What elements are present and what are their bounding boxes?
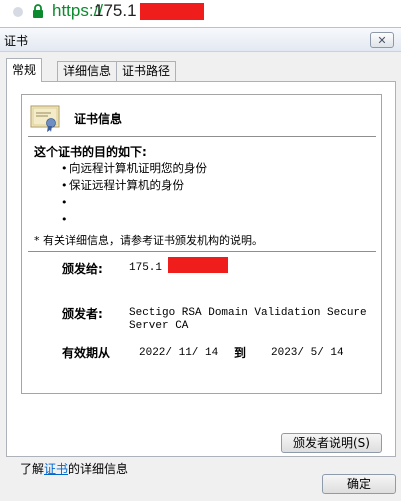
title-bar[interactable]: 证书 ✕ xyxy=(0,28,401,52)
issued-by-line2: Server CA xyxy=(129,320,189,332)
tab-cert-path[interactable]: 证书路径 xyxy=(116,61,177,81)
tab-details[interactable]: 详细信息 xyxy=(57,61,118,81)
ok-button[interactable]: 确定 xyxy=(322,474,396,494)
page-info-icon[interactable] xyxy=(13,7,23,17)
issuer-statement-button[interactable]: 颁发者说明(S) xyxy=(281,433,382,453)
list-item: 向远程计算机证明您的身份 xyxy=(61,160,207,177)
cert-info-heading: 证书信息 xyxy=(74,112,123,126)
issued-by-line1: Sectigo RSA Domain Validation Secure xyxy=(129,307,367,319)
button-label: 确定 xyxy=(346,477,371,491)
validity-label: 有效期从 xyxy=(62,346,111,360)
learn-suffix: 的详细信息 xyxy=(68,462,129,476)
redaction-mark xyxy=(140,3,204,20)
close-button[interactable]: ✕ xyxy=(370,32,394,48)
certificate-dialog: 证书 ✕ 常规 详细信息 证书路径 证书信息 这个证书的目的如下: 向远程计 xyxy=(0,27,401,501)
divider xyxy=(28,136,376,137)
learn-more-text: 了解证书的详细信息 xyxy=(20,460,128,477)
issued-to-label: 颁发给: xyxy=(62,262,103,276)
close-icon: ✕ xyxy=(377,33,387,47)
purpose-title: 这个证书的目的如下: xyxy=(34,145,147,159)
tab-general[interactable]: 常规 xyxy=(6,58,43,82)
learn-prefix: 了解 xyxy=(20,462,45,476)
learn-more-link[interactable]: 证书 xyxy=(44,462,68,476)
certificate-info-box: 证书信息 这个证书的目的如下: 向远程计算机证明您的身份 保证远程计算机的身份 … xyxy=(21,94,382,394)
issued-to-value: 175.1 xyxy=(129,262,163,274)
list-item: 保证远程计算机的身份 xyxy=(61,177,207,194)
info-note: * 有关详细信息，请参考证书颁发机构的说明。 xyxy=(34,234,263,247)
to-label: 到 xyxy=(234,346,247,360)
tab-label: 详细信息 xyxy=(63,64,112,78)
certificate-icon xyxy=(30,105,60,132)
list-item xyxy=(61,194,207,211)
valid-to: 2023/ 5/ 14 xyxy=(271,347,344,359)
valid-from: 2022/ 11/ 14 xyxy=(139,347,219,359)
purpose-list: 向远程计算机证明您的身份 保证远程计算机的身份 xyxy=(61,160,207,228)
list-item xyxy=(61,211,207,228)
general-tab-panel: 证书信息 这个证书的目的如下: 向远程计算机证明您的身份 保证远程计算机的身份 … xyxy=(6,81,396,476)
divider xyxy=(28,251,376,252)
redaction-mark xyxy=(168,257,228,273)
button-label: 颁发者说明(S) xyxy=(293,436,370,450)
tab-label: 常规 xyxy=(12,63,37,77)
issued-by-label: 颁发者: xyxy=(62,307,103,321)
lock-icon[interactable] xyxy=(32,4,44,18)
window-title: 证书 xyxy=(4,34,29,48)
tab-label: 证书路径 xyxy=(122,64,171,78)
address-bar[interactable]: https:// 175.1 xyxy=(0,0,401,26)
url-host[interactable]: 175.1 xyxy=(94,1,137,21)
